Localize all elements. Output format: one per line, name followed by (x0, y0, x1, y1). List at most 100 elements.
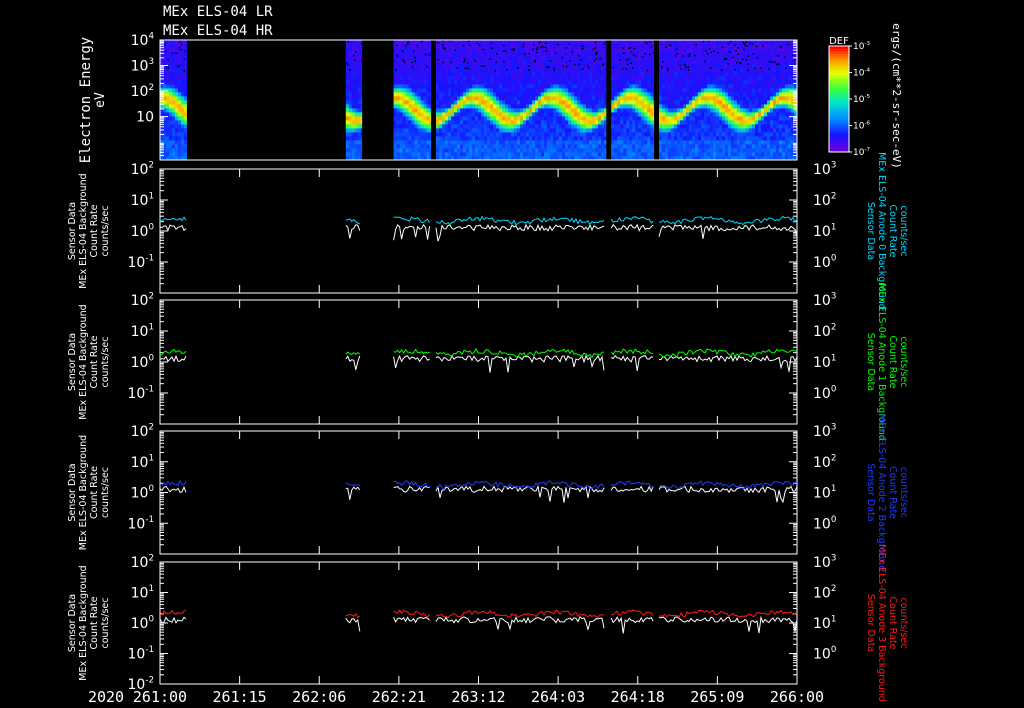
spectrogram-cell (402, 132, 406, 137)
spectrogram-cell (429, 92, 432, 97)
spectrogram-cell (451, 120, 455, 125)
spectrogram-cell (661, 72, 666, 77)
spectrogram-cell (490, 112, 494, 117)
spectrogram-cell (709, 76, 714, 81)
spectrogram-cell (650, 120, 654, 125)
spectrogram-cell (411, 124, 415, 129)
spectrogram-cell (617, 72, 621, 77)
spectrogram-cell (517, 56, 521, 61)
spectrogram-cell (706, 120, 711, 125)
spectrogram-cell (730, 100, 735, 105)
spectrogram-cell (517, 52, 521, 57)
spectrogram-cell (529, 108, 533, 113)
spectrogram-speckle (165, 65, 168, 68)
spectrogram-cell (691, 88, 696, 93)
spectrogram-cell (541, 92, 545, 97)
spectrogram-cell (405, 148, 409, 153)
spectrogram-cell (354, 108, 359, 113)
spectrogram-cell (526, 148, 530, 153)
spectrogram-cell (709, 100, 714, 105)
spectrogram-cell (617, 84, 621, 89)
spectrogram-cell (647, 104, 651, 109)
spectrogram-cell (715, 124, 720, 129)
spectrogram-cell (742, 76, 747, 81)
spectrogram-cell (526, 80, 530, 85)
spectrogram-cell (544, 84, 548, 89)
spectrogram-cell (626, 52, 630, 57)
spectrogram-cell (538, 120, 542, 125)
spectrogram-cell (526, 112, 530, 117)
spectrogram-cell (511, 92, 515, 97)
spectrogram-cell (550, 40, 554, 45)
spectrogram-interval (160, 40, 187, 161)
spectrogram-cell (724, 140, 729, 145)
spectrogram-cell (556, 140, 560, 145)
spectrogram-cell (641, 108, 645, 113)
spectrogram-cell (688, 84, 693, 89)
spectrogram-cell (611, 40, 615, 45)
spectrogram-cell (571, 52, 575, 57)
spectrogram-cell (733, 112, 738, 117)
spectrogram-cell (166, 68, 170, 73)
spectrogram-cell (601, 116, 605, 121)
spectrogram-cell (166, 92, 170, 97)
spectrogram-cell (638, 152, 642, 157)
spectrogram-cell (685, 44, 690, 49)
spectrogram-cell (709, 148, 714, 153)
spectrogram-cell (772, 56, 777, 61)
spectrogram-cell (439, 52, 443, 57)
spectrogram-cell (429, 56, 432, 61)
spectrogram-cell (481, 60, 485, 65)
spectrogram-cell (417, 52, 421, 57)
spectrogram-speckle (426, 65, 428, 68)
spectrogram-cell (658, 88, 663, 93)
spectrogram-cell (505, 100, 509, 105)
spectrogram-cell (568, 64, 572, 69)
spectrogram-cell (517, 148, 521, 153)
spectrogram-cell (562, 120, 566, 125)
spectrogram-cell (484, 104, 488, 109)
spectrogram-cell (457, 88, 461, 93)
spectrogram-cell (611, 68, 615, 73)
spectrogram-cell (577, 148, 581, 153)
spectrogram-cell (679, 124, 684, 129)
colorbar-tick-label-exp: -4 (864, 67, 870, 73)
spectrogram-cell (685, 132, 690, 137)
spectrogram-cell (517, 40, 521, 45)
spectrogram-cell (784, 96, 789, 101)
spectrogram-cell (181, 60, 185, 65)
spectrogram-cell (499, 44, 503, 49)
spectrogram-cell (505, 44, 509, 49)
spectrogram-cell (469, 48, 473, 53)
spectrogram-cell (345, 128, 350, 133)
spectrogram-cell (169, 144, 173, 149)
spectrogram-cell (589, 148, 593, 153)
spectrogram-cell (664, 140, 669, 145)
spectrogram-cell (592, 76, 596, 81)
spectrogram-cell (345, 108, 350, 113)
spectrogram-cell (559, 144, 563, 149)
spectrogram-cell (763, 40, 768, 45)
spectrogram-cell (396, 100, 400, 105)
spectrogram-cell (408, 112, 412, 117)
spectrogram-cell (475, 136, 479, 141)
spectrogram-cell (664, 108, 669, 113)
spectrogram-cell (451, 92, 455, 97)
spectrogram-speckle (727, 62, 730, 65)
spectrogram-cell (514, 84, 518, 89)
spectrogram-cell (532, 76, 536, 81)
spectrogram-cell (448, 48, 452, 53)
spectrogram-cell (583, 132, 587, 137)
spectrogram-cell (571, 80, 575, 85)
spectrogram-cell (490, 136, 494, 141)
spectrogram-cell (393, 116, 397, 121)
spectrogram-cell (466, 148, 470, 153)
spectrogram-cell (658, 76, 663, 81)
spectrogram-speckle (349, 69, 351, 71)
spectrogram-cell (679, 128, 684, 133)
spectrogram-cell (178, 128, 182, 133)
spectrogram-cell (623, 140, 627, 145)
spectrogram-cell (354, 84, 359, 89)
spectrogram-cell (614, 132, 618, 137)
spectrogram-cell (538, 108, 542, 113)
